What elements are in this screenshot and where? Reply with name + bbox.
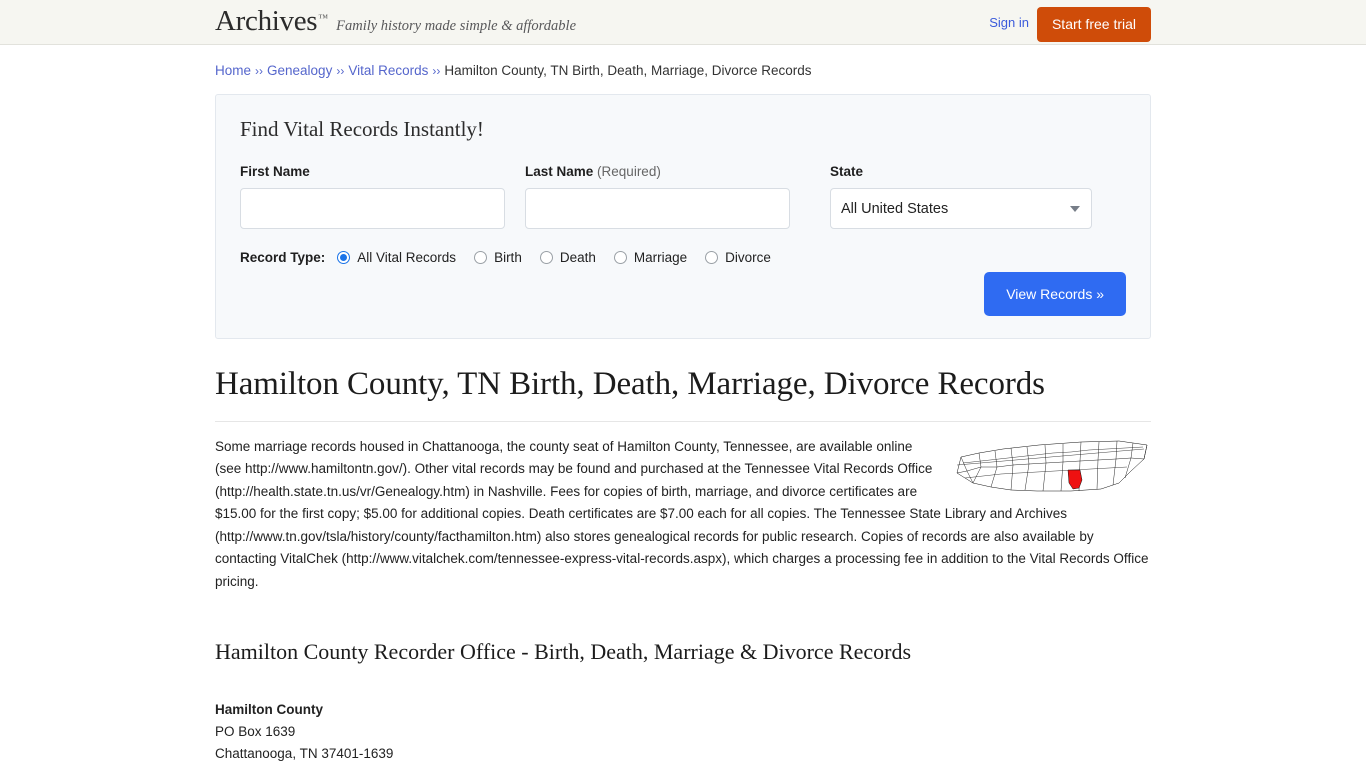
state-select[interactable]: All United States xyxy=(830,188,1092,229)
first-name-input[interactable] xyxy=(240,188,505,229)
page-title: Hamilton County, TN Birth, Death, Marria… xyxy=(215,366,1045,402)
office-address-line-1: PO Box 1639 xyxy=(215,724,296,740)
last-name-label-text: Last Name xyxy=(525,164,594,179)
record-type-option-all-vital-records[interactable]: All Vital Records xyxy=(337,250,456,265)
site-logo[interactable]: Archives ™ Family history made simple & a… xyxy=(215,5,576,38)
breadcrumb-separator: ›› xyxy=(336,64,345,78)
view-records-button[interactable]: View Records » xyxy=(984,272,1126,316)
search-panel-title: Find Vital Records Instantly! xyxy=(240,117,484,141)
state-select-wrapper: All United States xyxy=(830,188,1092,229)
recorder-office-contact-block: Hamilton County PO Box 1639 Chattanooga,… xyxy=(215,699,1151,768)
radio-icon xyxy=(474,251,488,264)
record-type-option-label: Marriage xyxy=(633,250,688,265)
record-type-row: Record Type: All Vital Records Birth Dea… xyxy=(240,250,1126,265)
search-fields-row: First Name Last Name (Required) State Al… xyxy=(240,164,1126,229)
site-header: Archives ™ Family history made simple & a… xyxy=(0,0,1366,45)
state-label: State xyxy=(830,164,864,179)
breadcrumb-item-genealogy[interactable]: Genealogy xyxy=(267,63,332,78)
record-type-option-label: Birth xyxy=(494,250,522,265)
brand-tagline: Family history made simple & affordable xyxy=(336,18,577,34)
record-type-option-death[interactable]: Death xyxy=(539,250,596,265)
record-type-option-label: All Vital Records xyxy=(357,250,457,265)
state-field-group: State All United States xyxy=(830,164,1092,229)
breadcrumb-separator: ›› xyxy=(432,64,441,78)
breadcrumb-item-vital-records[interactable]: Vital Records xyxy=(348,63,428,78)
record-type-option-label: Divorce xyxy=(725,250,771,265)
tennessee-county-map-image xyxy=(956,440,1148,491)
radio-icon xyxy=(539,251,553,264)
sign-in-link[interactable]: Sign in xyxy=(989,15,1029,30)
record-type-label: Record Type: xyxy=(240,250,326,265)
first-name-field-group: First Name xyxy=(240,164,505,229)
breadcrumb: Home ›› Genealogy ›› Vital Records ›› Hamilton… xyxy=(215,45,1151,78)
article-body: Some marriage records housed in Chattano… xyxy=(215,436,1151,594)
first-name-label: First Name xyxy=(240,164,310,179)
record-type-option-label: Death xyxy=(559,250,596,265)
last-name-required-note: (Required) xyxy=(597,164,661,179)
office-address-line-2: Chattanooga, TN 37401-1639 xyxy=(215,746,394,762)
page-container: Home ›› Genealogy ›› Vital Records ›› Hamilton… xyxy=(215,45,1151,768)
radio-icon xyxy=(613,251,627,264)
breadcrumb-item-home[interactable]: Home xyxy=(215,63,251,78)
recorder-office-section-title: Hamilton County Recorder Office - Birth,… xyxy=(215,639,912,665)
last-name-input[interactable] xyxy=(525,188,790,229)
radio-icon xyxy=(337,251,351,264)
last-name-field-group: Last Name (Required) xyxy=(525,164,790,229)
office-name: Hamilton County xyxy=(215,702,323,718)
record-type-option-marriage[interactable]: Marriage xyxy=(613,250,688,265)
start-free-trial-button[interactable]: Start free trial xyxy=(1036,7,1151,42)
vital-records-search-panel: Find Vital Records Instantly! First Name… xyxy=(215,94,1151,339)
record-type-option-birth[interactable]: Birth xyxy=(474,250,522,265)
trademark-symbol: ™ xyxy=(318,13,329,24)
breadcrumb-item-current: Hamilton County, TN Birth, Death, Marria… xyxy=(444,63,812,78)
brand-name: Archives xyxy=(215,5,318,37)
last-name-label: Last Name (Required) xyxy=(525,164,790,179)
record-type-option-divorce[interactable]: Divorce xyxy=(705,250,771,265)
radio-icon xyxy=(705,251,719,264)
breadcrumb-separator: ›› xyxy=(255,64,264,78)
title-divider xyxy=(215,420,1151,422)
header-inner: Archives ™ Family history made simple & a… xyxy=(215,0,1151,45)
